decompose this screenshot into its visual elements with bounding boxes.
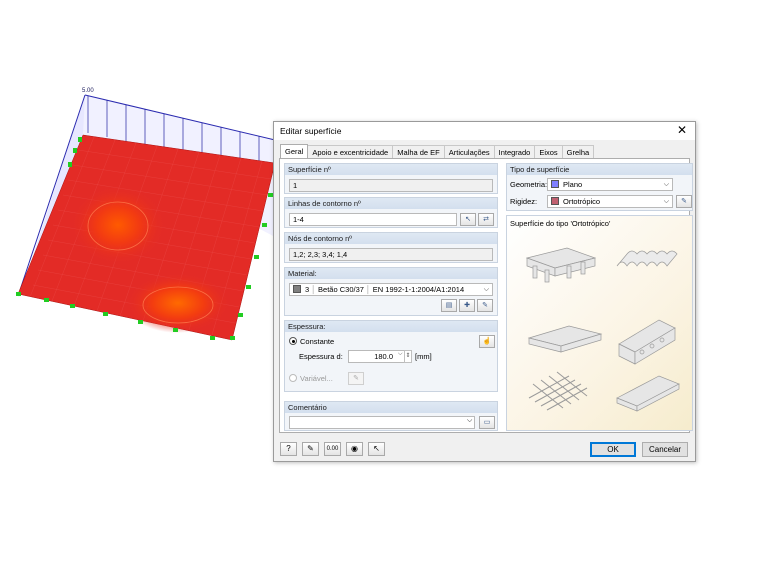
tab-malha-ef[interactable]: Malha de EF (392, 145, 445, 158)
boundary-lines-group: Linhas de contorno nº 1-4 ↖ ⇄ (284, 197, 498, 228)
thickness-unit: [mm] (415, 352, 432, 361)
edit-data-button[interactable]: ✎ (302, 442, 319, 456)
ok-button[interactable]: OK (590, 442, 636, 457)
library-book-icon: ▤ (445, 302, 453, 309)
close-icon[interactable]: ✕ (675, 123, 689, 137)
folder-icon: ▭ (483, 419, 491, 426)
boundary-lines-input[interactable]: 1-4 (289, 213, 457, 226)
new-material-button[interactable]: ✚ (459, 299, 475, 312)
hand-pointer-icon: ☝ (482, 338, 492, 345)
thickness-d-label: Espessura d: (299, 352, 343, 361)
boundary-nodes-header: Nós de contorno nº (285, 233, 497, 244)
tab-apoio-excentricidade[interactable]: Apoio e excentricidade (307, 145, 394, 158)
boundary-lines-header: Linhas de contorno nº (285, 198, 497, 209)
edit-stiffness-button[interactable]: ✎ (676, 195, 692, 208)
thickness-group: Espessura: Constante ☝ Espessura d: 180.… (284, 320, 498, 392)
boundary-nodes-field: 1,2; 2,3; 3,4; 1,4 (289, 248, 493, 261)
geometry-color-swatch (551, 180, 559, 188)
surface-type-preview: Superfície do tipo 'Ortotrópico' (506, 215, 693, 431)
help-button[interactable]: ? (280, 442, 297, 456)
geometry-select[interactable]: Plano ⌵ (547, 178, 673, 191)
tab-grelha[interactable]: Grelha (561, 145, 595, 158)
stiffness-value: Ortotrópico (563, 197, 601, 206)
grid-mesh-illustration (528, 371, 588, 411)
orthotropic-illustrations (525, 247, 680, 412)
chevron-down-icon: ⌵ (663, 181, 669, 188)
contour-hotspot-1 (70, 185, 166, 265)
edit-material-button[interactable]: ✎ (477, 299, 493, 312)
variable-thickness-button[interactable]: ✎ (348, 372, 364, 385)
pencil-icon: ✎ (307, 444, 314, 453)
visibility-button[interactable]: ◉ (346, 442, 363, 456)
stiffness-color-swatch (551, 197, 559, 205)
thickness-header: Espessura: (285, 321, 497, 332)
pick-cursor-icon: ↖ (465, 216, 471, 223)
corrugated-sheet-illustration (616, 250, 678, 267)
surface-number-group: Superfície nº 1 (284, 163, 498, 194)
ribbed-slab-illustration (525, 247, 597, 283)
edit-icon: ✎ (681, 198, 687, 205)
pick-button[interactable]: ↖ (368, 442, 385, 456)
chevron-down-icon: ⌵ (467, 417, 473, 424)
trapezoidal-slab-illustration (527, 325, 603, 353)
edit-icon: ✎ (353, 375, 359, 382)
material-select[interactable]: 3 │ Betão C30/37 │ EN 1992-1-1:2004/A1:2… (289, 283, 493, 296)
tab-eixos[interactable]: Eixos (534, 145, 563, 158)
material-header: Material: (285, 268, 497, 279)
material-number: 3 (305, 285, 310, 294)
comment-header: Comentário (285, 402, 497, 413)
surface-number-field: 1 (289, 179, 493, 192)
stiffness-select[interactable]: Ortotrópico ⌵ (547, 195, 673, 208)
material-color-swatch (293, 285, 301, 293)
dialog-title: Editar superfície (280, 126, 342, 136)
tab-strip: Geral Apoio e excentricidade Malha de EF… (280, 144, 595, 158)
variable-radio[interactable] (289, 374, 297, 382)
dialog-titlebar: Editar superfície ✕ (274, 122, 695, 140)
tab-articulacoes[interactable]: Articulações (443, 145, 495, 158)
eye-icon: ◉ (351, 444, 358, 453)
material-group: Material: 3 │ Betão C30/37 │ EN 1992-1-1… (284, 267, 498, 316)
stiffness-label: Rigidez: (510, 197, 538, 206)
thickness-options-button[interactable]: ☝ (479, 335, 495, 348)
material-name: Betão C30/37 (318, 285, 364, 294)
constant-radio[interactable] (289, 337, 297, 345)
material-library-button[interactable]: ▤ (441, 299, 457, 312)
pick-lines-button[interactable]: ↖ (460, 213, 476, 226)
new-item-icon: ✚ (464, 302, 470, 309)
hollow-core-slab-illustration (618, 319, 676, 365)
variable-label: Variável... (300, 374, 333, 383)
thickness-dropdown-arrow[interactable]: ⌵ (398, 351, 403, 358)
tab-geral[interactable]: Geral (280, 144, 309, 158)
select-lines-button[interactable]: ⇄ (478, 213, 494, 226)
geometry-label: Geometria: (510, 180, 548, 189)
edit-surface-dialog: Editar superfície ✕ Geral Apoio e excent… (273, 121, 696, 462)
surface-type-header: Tipo de superfície (507, 164, 692, 175)
cancel-button[interactable]: Cancelar (642, 442, 688, 457)
geometry-value: Plano (563, 180, 583, 189)
comment-options-button[interactable]: ▭ (479, 416, 495, 429)
constant-label: Constante (300, 337, 335, 346)
profiled-deck-illustration (616, 375, 680, 412)
material-standard: EN 1992-1-1:2004/A1:2014 (372, 285, 465, 294)
edit-icon: ✎ (482, 302, 488, 309)
model-3d-view[interactable] (0, 80, 300, 360)
tab-integrado[interactable]: Integrado (493, 145, 536, 158)
boundary-nodes-group: Nós de contorno nº 1,2; 2,3; 3,4; 1,4 (284, 232, 498, 263)
comment-group: Comentário ⌵ ▭ (284, 401, 498, 431)
tab-panel-geral: Superfície nº 1 Linhas de contorno nº 1-… (279, 158, 693, 433)
surface-number-header: Superfície nº (285, 164, 497, 175)
comment-input[interactable] (289, 416, 475, 429)
numeric-value-icon: 0.00 (326, 446, 339, 452)
pick-cursor-icon: ↖ (373, 444, 380, 453)
select-list-icon: ⇄ (483, 216, 489, 223)
help-icon: ? (286, 444, 291, 453)
chevron-down-icon: ⌵ (483, 286, 489, 293)
thickness-spinner[interactable]: ⇕ (404, 350, 412, 363)
surface-type-group: Tipo de superfície Geometria: Plano ⌵ Ri… (506, 163, 693, 211)
value-display-button[interactable]: 0.00 (324, 442, 341, 456)
chevron-down-icon: ⌵ (663, 198, 669, 205)
